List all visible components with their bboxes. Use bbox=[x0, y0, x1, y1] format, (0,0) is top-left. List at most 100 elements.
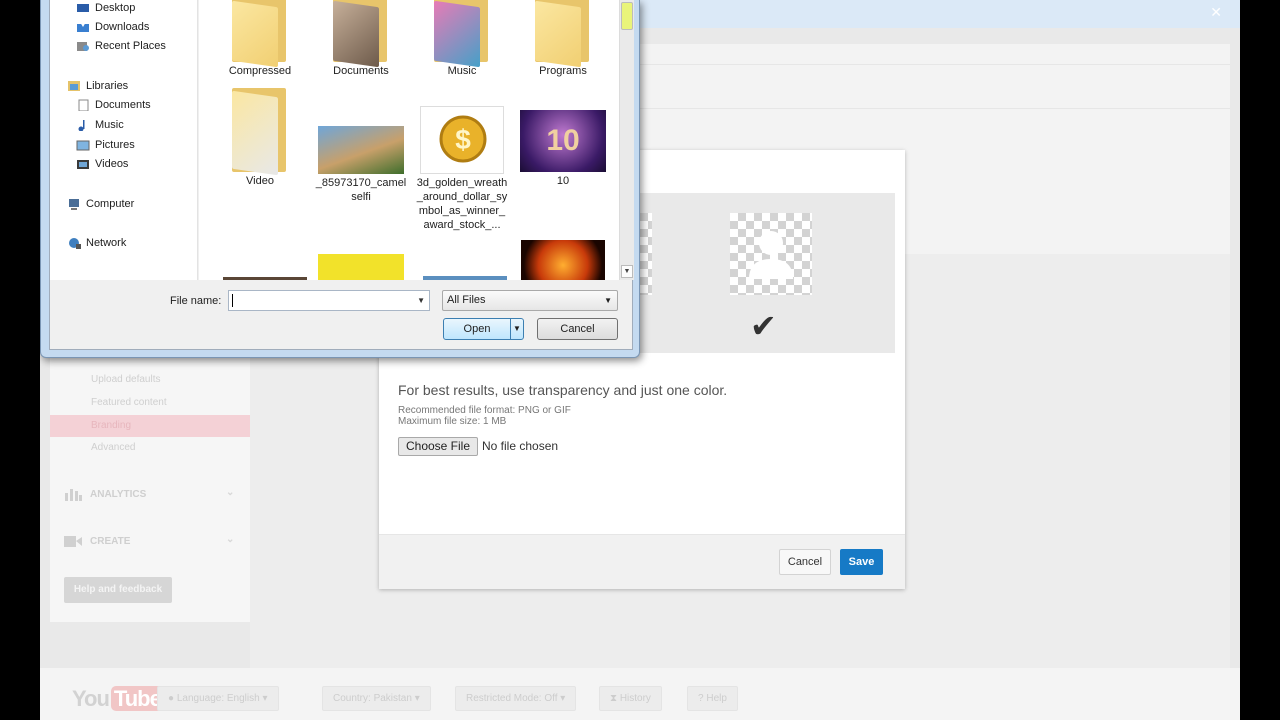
sidebar-item-upload-defaults[interactable]: Upload defaults bbox=[91, 374, 161, 385]
folder-icon bbox=[529, 0, 597, 68]
image-thumbnail bbox=[223, 277, 307, 280]
file-label: 10 bbox=[556, 175, 570, 187]
sidebar-item-branding[interactable]: Branding bbox=[50, 415, 250, 437]
file-item-camel[interactable]: _85973170_camelselfi bbox=[315, 126, 407, 204]
size-note: Maximum file size: 1 MB bbox=[398, 416, 507, 427]
file-item-partial[interactable] bbox=[419, 276, 511, 280]
nav-label: Computer bbox=[86, 198, 135, 210]
file-label: Music bbox=[447, 65, 477, 77]
scroll-down-arrow-icon[interactable]: ▼ bbox=[621, 265, 633, 278]
choose-file-button[interactable]: Choose File bbox=[398, 437, 478, 456]
file-item-programs[interactable]: Programs bbox=[517, 0, 609, 78]
nav-label: Downloads bbox=[95, 21, 150, 33]
transparent-preview bbox=[730, 213, 812, 295]
file-label: Documents bbox=[333, 65, 389, 77]
nav-item-downloads[interactable]: Downloads bbox=[76, 21, 149, 33]
nav-item-libraries[interactable]: Libraries bbox=[67, 80, 128, 92]
file-item-partial[interactable] bbox=[517, 240, 609, 280]
pictures-icon bbox=[76, 140, 90, 151]
dollar-award-icon: $ bbox=[439, 115, 487, 163]
image-thumbnail bbox=[318, 126, 404, 174]
file-item-partial[interactable] bbox=[219, 277, 311, 280]
nav-label: Pictures bbox=[95, 139, 135, 151]
restricted-mode-button[interactable]: Restricted Mode: Off ▾ bbox=[455, 686, 577, 711]
file-item-video[interactable]: Video bbox=[214, 88, 306, 188]
sidebar-section-create[interactable]: CREATE ⌄ bbox=[64, 534, 234, 548]
chevron-down-icon: ▼ bbox=[604, 296, 612, 305]
image-thumbnail bbox=[521, 240, 605, 280]
close-icon[interactable]: ✕ bbox=[1210, 4, 1222, 21]
button-label: Language: English bbox=[176, 693, 260, 704]
file-item-golden-wreath[interactable]: $ 3d_golden_wreath_around_dollar_symbol_… bbox=[416, 106, 508, 232]
desktop-icon bbox=[77, 4, 89, 12]
file-item-10[interactable]: 10 10 bbox=[517, 110, 609, 188]
save-button[interactable]: Save bbox=[840, 549, 883, 575]
divider bbox=[510, 319, 511, 339]
help-feedback-button[interactable]: Help and feedback bbox=[64, 577, 172, 603]
nav-item-recent-places[interactable]: Recent Places bbox=[76, 40, 166, 52]
scroll-thumb[interactable] bbox=[621, 2, 633, 30]
cancel-button[interactable]: Cancel bbox=[779, 549, 831, 575]
file-name-label: File name: bbox=[170, 295, 222, 307]
file-label: Video bbox=[246, 175, 274, 187]
nav-item-pictures[interactable]: Pictures bbox=[76, 139, 135, 151]
file-item-documents[interactable]: Documents bbox=[315, 0, 407, 78]
file-label: Compressed bbox=[228, 65, 292, 77]
file-name-input[interactable]: ▼ bbox=[228, 290, 430, 311]
file-status: No file chosen bbox=[482, 439, 559, 453]
nav-label: Documents bbox=[95, 99, 151, 111]
svg-text:$: $ bbox=[455, 124, 471, 155]
nav-item-videos[interactable]: Videos bbox=[76, 158, 128, 170]
nav-item-computer[interactable]: Computer bbox=[67, 198, 134, 210]
sidebar: Upload defaults Featured content Brandin… bbox=[50, 340, 250, 622]
file-item-compressed[interactable]: Compressed bbox=[214, 0, 306, 78]
section-label: ANALYTICS bbox=[90, 488, 147, 500]
history-button[interactable]: ⧗ History bbox=[599, 686, 662, 711]
hourglass-icon: ⧗ bbox=[610, 693, 620, 704]
country-button[interactable]: Country: Pakistan ▾ bbox=[322, 686, 431, 711]
section-label: CREATE bbox=[90, 535, 131, 547]
sidebar-section-analytics[interactable]: ANALYTICS ⌄ bbox=[64, 487, 234, 501]
file-item-partial[interactable] bbox=[315, 254, 407, 280]
open-button[interactable]: Open ▼ bbox=[443, 318, 524, 340]
videos-icon bbox=[77, 160, 89, 169]
file-label: Programs bbox=[539, 65, 587, 77]
nav-item-desktop[interactable]: Desktop bbox=[76, 2, 135, 14]
file-list: Compressed Documents Music Programs Vide… bbox=[199, 0, 619, 280]
button-label: Restricted Mode: Off bbox=[466, 693, 558, 704]
youtube-logo[interactable]: You Tube bbox=[72, 686, 164, 712]
nav-label: Recent Places bbox=[95, 40, 166, 52]
nav-label: Desktop bbox=[95, 2, 136, 14]
chevron-down-icon: ⌄ bbox=[226, 534, 235, 545]
folder-icon bbox=[226, 0, 294, 68]
nav-item-documents[interactable]: Documents bbox=[76, 99, 151, 111]
nav-item-music[interactable]: Music bbox=[76, 119, 124, 131]
logo-text: Tube bbox=[110, 686, 164, 711]
folder-icon bbox=[428, 0, 496, 68]
language-button[interactable]: ● Language: English ▾ bbox=[157, 686, 279, 711]
button-label: Country: Pakistan bbox=[333, 693, 412, 704]
navigation-pane: Desktop Downloads Recent Places Librarie… bbox=[50, 0, 198, 280]
file-label: _85973170_camelselfi bbox=[315, 177, 407, 203]
vertical-scrollbar[interactable]: ▼ bbox=[619, 0, 634, 280]
dialog-cancel-button[interactable]: Cancel bbox=[537, 318, 618, 340]
checkmark-icon: ✔ bbox=[750, 308, 777, 344]
chevron-down-icon: ⌄ bbox=[226, 487, 235, 498]
libraries-icon bbox=[68, 81, 80, 91]
sidebar-item-featured-content[interactable]: Featured content bbox=[91, 397, 167, 408]
help-button[interactable]: ? Help bbox=[687, 686, 738, 711]
modal-footer: Cancel Save bbox=[379, 534, 905, 589]
logo-text: You bbox=[72, 686, 110, 711]
file-type-select[interactable]: All Files ▼ bbox=[442, 290, 618, 311]
chevron-down-icon[interactable]: ▼ bbox=[417, 296, 425, 305]
sidebar-item-advanced[interactable]: Advanced bbox=[91, 442, 135, 453]
file-item-music[interactable]: Music bbox=[416, 0, 508, 78]
video-camera-icon bbox=[64, 536, 82, 547]
button-label: History bbox=[619, 693, 651, 704]
text-caret bbox=[232, 294, 233, 307]
computer-icon bbox=[69, 199, 79, 210]
music-note-icon bbox=[78, 120, 85, 131]
nav-item-network[interactable]: Network bbox=[67, 237, 126, 249]
file-label: 3d_golden_wreath_around_dollar_symbol_as… bbox=[416, 177, 508, 231]
chevron-down-icon[interactable]: ▼ bbox=[513, 319, 521, 339]
